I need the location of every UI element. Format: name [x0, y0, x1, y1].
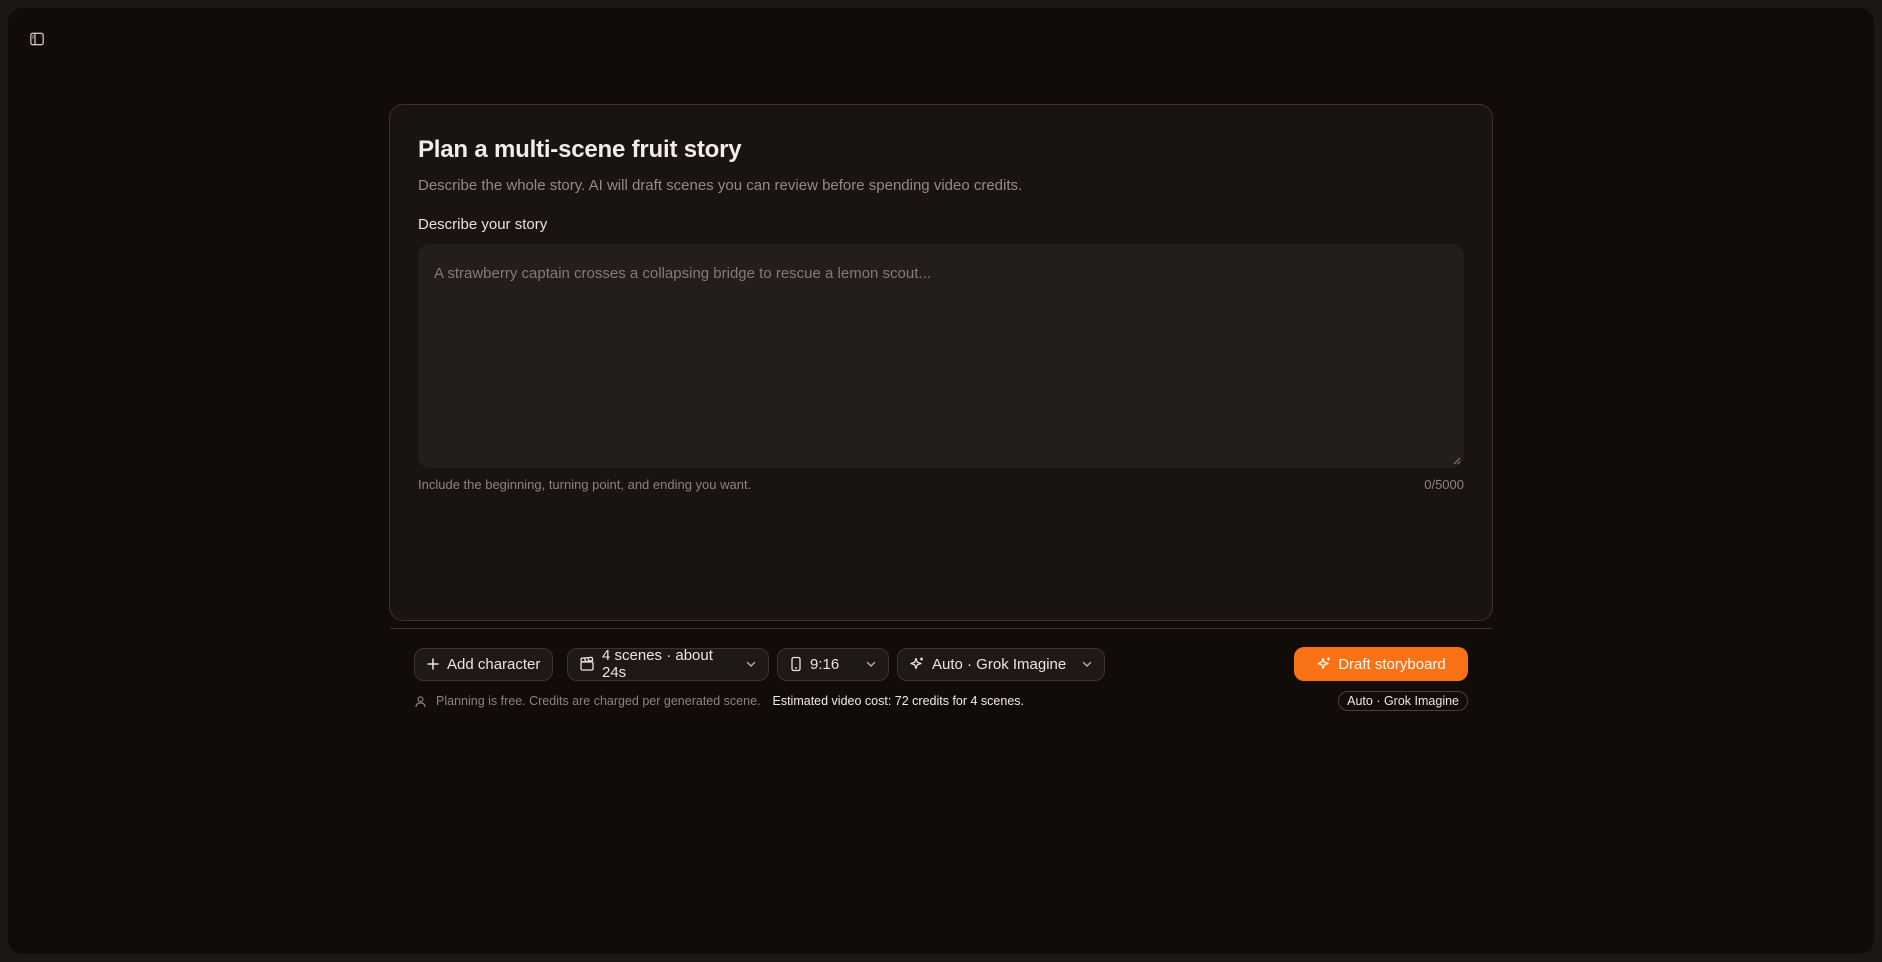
- clapperboard-icon: [579, 656, 595, 672]
- sidebar-panel-icon: [29, 31, 45, 47]
- sidebar-toggle-button[interactable]: [24, 26, 50, 52]
- plus-icon: [426, 657, 440, 671]
- story-controls-bar: Add character 4 scenes · about 24s 9:16 …: [414, 647, 1468, 681]
- phone-portrait-icon: [789, 656, 803, 672]
- page-title: Plan a multi-scene fruit story: [418, 136, 742, 163]
- draft-storyboard-button[interactable]: Draft storyboard: [1294, 647, 1468, 681]
- add-character-button[interactable]: Add character: [414, 647, 553, 681]
- user-icon: [414, 695, 427, 708]
- scenes-select-value: 4 scenes · about 24s: [602, 647, 713, 681]
- cost-estimate: Estimated video cost: 72 credits for 4 s…: [772, 694, 1025, 708]
- sparkles-icon: [1316, 656, 1332, 672]
- draft-storyboard-label: Draft storyboard: [1338, 655, 1446, 673]
- card-divider: [390, 628, 1492, 629]
- chevron-down-icon: [1073, 658, 1093, 670]
- story-field-label: Describe your story: [418, 216, 548, 233]
- page-subtitle: Describe the whole story. AI will draft …: [418, 177, 1023, 194]
- story-help-text: Include the beginning, turning point, an…: [418, 477, 752, 492]
- model-select-value: Auto · Grok Imagine: [932, 655, 1067, 673]
- resize-grip-icon[interactable]: [1453, 457, 1461, 465]
- app-window: Plan a multi-scene fruit story Describe …: [8, 8, 1874, 954]
- add-character-label: Add character: [447, 655, 541, 673]
- chevron-down-icon: [857, 658, 877, 670]
- character-count: 0/5000: [1424, 477, 1464, 492]
- model-badge: Auto · Grok Imagine: [1338, 691, 1468, 711]
- story-textarea[interactable]: [418, 244, 1464, 468]
- chevron-down-icon: [737, 658, 757, 670]
- aspect-ratio-value: 9:16: [810, 655, 840, 673]
- model-select[interactable]: Auto · Grok Imagine: [897, 647, 1105, 681]
- sparkles-icon: [909, 656, 925, 672]
- planning-note: Planning is free. Credits are charged pe…: [436, 694, 761, 708]
- story-planner-card: Plan a multi-scene fruit story Describe …: [389, 104, 1493, 711]
- aspect-ratio-select[interactable]: 9:16: [777, 647, 889, 681]
- scenes-select[interactable]: 4 scenes · about 24s: [567, 647, 769, 681]
- cost-info-row: Planning is free. Credits are charged pe…: [414, 691, 1468, 711]
